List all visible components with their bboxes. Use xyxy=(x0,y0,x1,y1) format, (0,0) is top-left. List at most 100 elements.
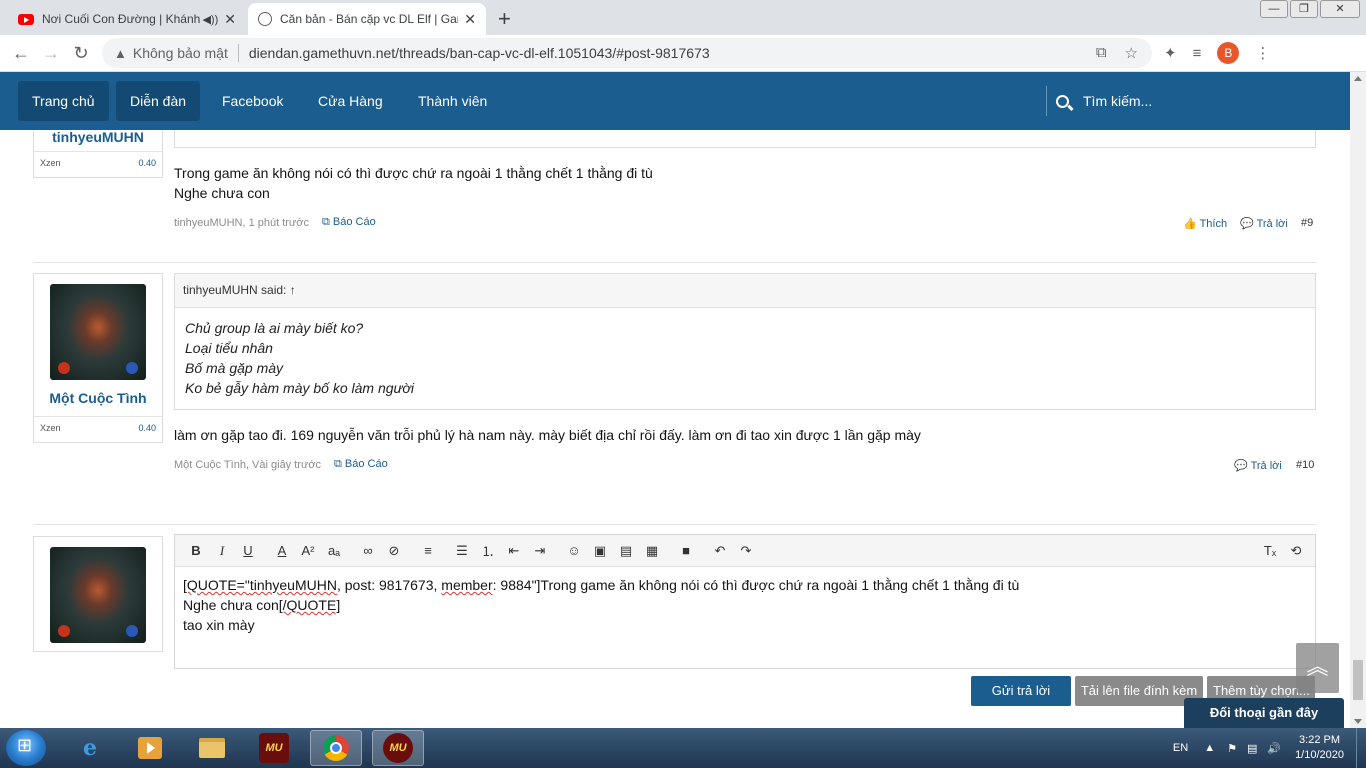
taskbar-media-player[interactable] xyxy=(124,730,176,766)
bold-icon[interactable]: B xyxy=(183,543,209,558)
new-tab-button[interactable]: + xyxy=(498,6,511,32)
report-link[interactable]: ⧉ Báo Cáo xyxy=(334,458,388,471)
align-icon[interactable]: ≡ xyxy=(415,543,441,558)
start-button[interactable] xyxy=(6,730,46,766)
post-number[interactable]: #10 xyxy=(1296,459,1314,471)
language-indicator[interactable]: EN xyxy=(1173,742,1188,754)
clock[interactable]: 3:22 PM 1/10/2020 xyxy=(1295,733,1344,763)
network-icon[interactable]: ▤ xyxy=(1247,742,1257,755)
avatar[interactable] xyxy=(50,547,146,643)
message-line: Nghe chưa con xyxy=(174,185,270,201)
close-tab-icon[interactable]: ✕ xyxy=(224,11,236,28)
browser-tab-forum[interactable]: Căn bản - Bán cặp vc DL Elf | Gam ✕ xyxy=(248,3,486,35)
font-family-icon[interactable]: aₐ xyxy=(321,543,347,558)
back-icon[interactable]: ← xyxy=(6,43,36,64)
nav-forums[interactable]: Diễn đàn xyxy=(116,81,201,121)
close-window-button[interactable]: ✕ xyxy=(1320,0,1360,18)
text-color-icon[interactable]: A xyxy=(269,543,295,558)
redo-icon[interactable]: ↷ xyxy=(733,543,759,559)
taskbar-explorer[interactable] xyxy=(186,730,238,766)
post-divider xyxy=(33,262,1316,263)
scroll-thumb[interactable] xyxy=(1353,660,1363,700)
remove-format-icon[interactable]: Tₓ xyxy=(1257,543,1283,559)
submit-reply-button[interactable]: Gửi trả lời xyxy=(971,676,1071,706)
page-scrollbar[interactable] xyxy=(1350,72,1366,728)
editor-textarea[interactable]: [QUOTE="tinhyeuMUHN, post: 9817673, memb… xyxy=(175,567,1315,643)
undo-icon[interactable]: ↶ xyxy=(707,543,733,559)
security-label[interactable]: Không bảo mật xyxy=(133,45,228,61)
editor-text: : 9884"]Trong game ăn không nói có thì đ… xyxy=(492,577,1020,593)
volume-icon[interactable]: 🔊 xyxy=(1267,742,1281,755)
media-queue-icon[interactable]: ≡ xyxy=(1193,45,1202,62)
taskbar-ie[interactable]: e xyxy=(64,730,116,766)
editor-text: [QUOTE=" xyxy=(183,577,250,593)
show-desktop-button[interactable] xyxy=(1356,728,1366,768)
taskbar-mu-game-2[interactable]: MU xyxy=(372,730,424,766)
url-text[interactable]: diendan.gamethuvn.net/threads/ban-cap-vc… xyxy=(249,45,710,61)
italic-icon[interactable]: I xyxy=(209,543,235,559)
image-icon[interactable]: ▣ xyxy=(587,543,613,559)
bullet-list-icon[interactable]: ☰ xyxy=(449,543,475,559)
speaker-icon[interactable]: ◀)) xyxy=(202,13,218,26)
taskbar-mu-game[interactable]: MU xyxy=(248,730,300,766)
bookmark-star-icon[interactable]: ☆ xyxy=(1125,44,1138,62)
blocked-popup-icon[interactable]: ⧉ xyxy=(1096,44,1107,62)
nav-store[interactable]: Cửa Hàng xyxy=(304,81,397,121)
indent-icon[interactable]: ⇥ xyxy=(527,543,553,559)
scroll-to-top-button[interactable]: ︽ xyxy=(1296,643,1339,693)
nav-facebook[interactable]: Facebook xyxy=(208,81,297,121)
close-tab-icon[interactable]: ✕ xyxy=(464,11,476,28)
clock-time: 3:22 PM xyxy=(1299,734,1341,746)
toggle-bbcode-icon[interactable]: ⟲ xyxy=(1283,543,1309,559)
reply-label: Trả lời xyxy=(1256,218,1288,230)
taskbar-chrome[interactable] xyxy=(310,730,362,766)
site-nav: Trang chủ Diễn đàn Facebook Cửa Hàng Thà… xyxy=(0,72,1350,130)
nav-home[interactable]: Trang chủ xyxy=(18,81,109,121)
warning-icon[interactable]: ▲ xyxy=(114,46,127,61)
extensions-icon[interactable]: ✦ xyxy=(1164,44,1177,62)
link-icon[interactable]: ∞ xyxy=(355,543,381,558)
insert-icon[interactable]: ▦ xyxy=(639,543,665,559)
nav-members[interactable]: Thành viên xyxy=(404,81,501,121)
quote-body: Chủ group là ai mày biết ko? Loại tiểu n… xyxy=(175,308,1315,408)
restore-button[interactable]: ❐ xyxy=(1290,0,1318,18)
browser-tab-youtube[interactable]: Nơi Cuối Con Đường | Khánh ◀)) ✕ xyxy=(8,3,246,35)
show-hidden-icons-icon[interactable]: ▲ xyxy=(1204,742,1215,754)
action-center-icon[interactable]: ⚑ xyxy=(1227,742,1237,755)
reply-link[interactable]: 💬 Trả lời xyxy=(1240,217,1288,230)
forward-icon[interactable]: → xyxy=(36,43,66,64)
report-icon: ⧉ xyxy=(334,458,342,470)
post-number[interactable]: #9 xyxy=(1301,217,1313,229)
outdent-icon[interactable]: ⇤ xyxy=(501,543,527,559)
font-size-icon[interactable]: A² xyxy=(295,543,321,558)
menu-icon[interactable]: ⋮ xyxy=(1255,44,1270,62)
underline-icon[interactable]: U xyxy=(235,543,261,558)
profile-avatar[interactable]: B xyxy=(1217,42,1240,64)
stat-label: Xzen xyxy=(40,423,61,433)
post-meta[interactable]: Một Cuộc Tình, Vài giây trước xyxy=(174,459,321,471)
unlink-icon[interactable]: ⊘ xyxy=(381,543,407,559)
quote-header[interactable]: tinhyeuMUHN said: ↑ xyxy=(175,274,1315,308)
quote-line: Ko bẻ gẫy hàm mày bố ko làm người xyxy=(185,380,415,396)
nav-search[interactable]: Tìm kiếm... xyxy=(1056,81,1152,121)
scroll-down-icon[interactable] xyxy=(1354,719,1362,724)
report-link[interactable]: ⧉ Báo Cáo xyxy=(322,216,376,229)
media-icon[interactable]: ▤ xyxy=(613,543,639,559)
numbered-list-icon[interactable]: ⒈ xyxy=(475,541,501,560)
address-bar[interactable]: ▲ Không bảo mật diendan.gamethuvn.net/th… xyxy=(102,38,1152,68)
recent-conversations-tab[interactable]: Đối thoại gần đây xyxy=(1184,698,1344,728)
post-author-name[interactable]: tinhyeuMUHN xyxy=(34,130,162,145)
message-line: Trong game ăn không nói có thì được chứ … xyxy=(174,165,653,181)
avatar[interactable] xyxy=(50,284,146,380)
post-meta[interactable]: tinhyeuMUHN, 1 phút trước xyxy=(174,217,309,229)
reload-icon[interactable]: ↻ xyxy=(66,43,96,64)
search-label: Tìm kiếm... xyxy=(1083,93,1153,109)
like-link[interactable]: 👍 Thích xyxy=(1183,217,1227,230)
scroll-up-icon[interactable] xyxy=(1354,76,1362,81)
browser-tab-strip: Nơi Cuối Con Đường | Khánh ◀)) ✕ Căn bản… xyxy=(0,0,1366,35)
smilie-icon[interactable]: ☺ xyxy=(561,543,587,558)
reply-link[interactable]: 💬 Trả lời xyxy=(1234,459,1282,472)
minimize-button[interactable]: — xyxy=(1260,0,1288,18)
save-draft-icon[interactable]: ■ xyxy=(673,543,699,558)
post-author-name[interactable]: Một Cuộc Tình xyxy=(34,390,162,406)
